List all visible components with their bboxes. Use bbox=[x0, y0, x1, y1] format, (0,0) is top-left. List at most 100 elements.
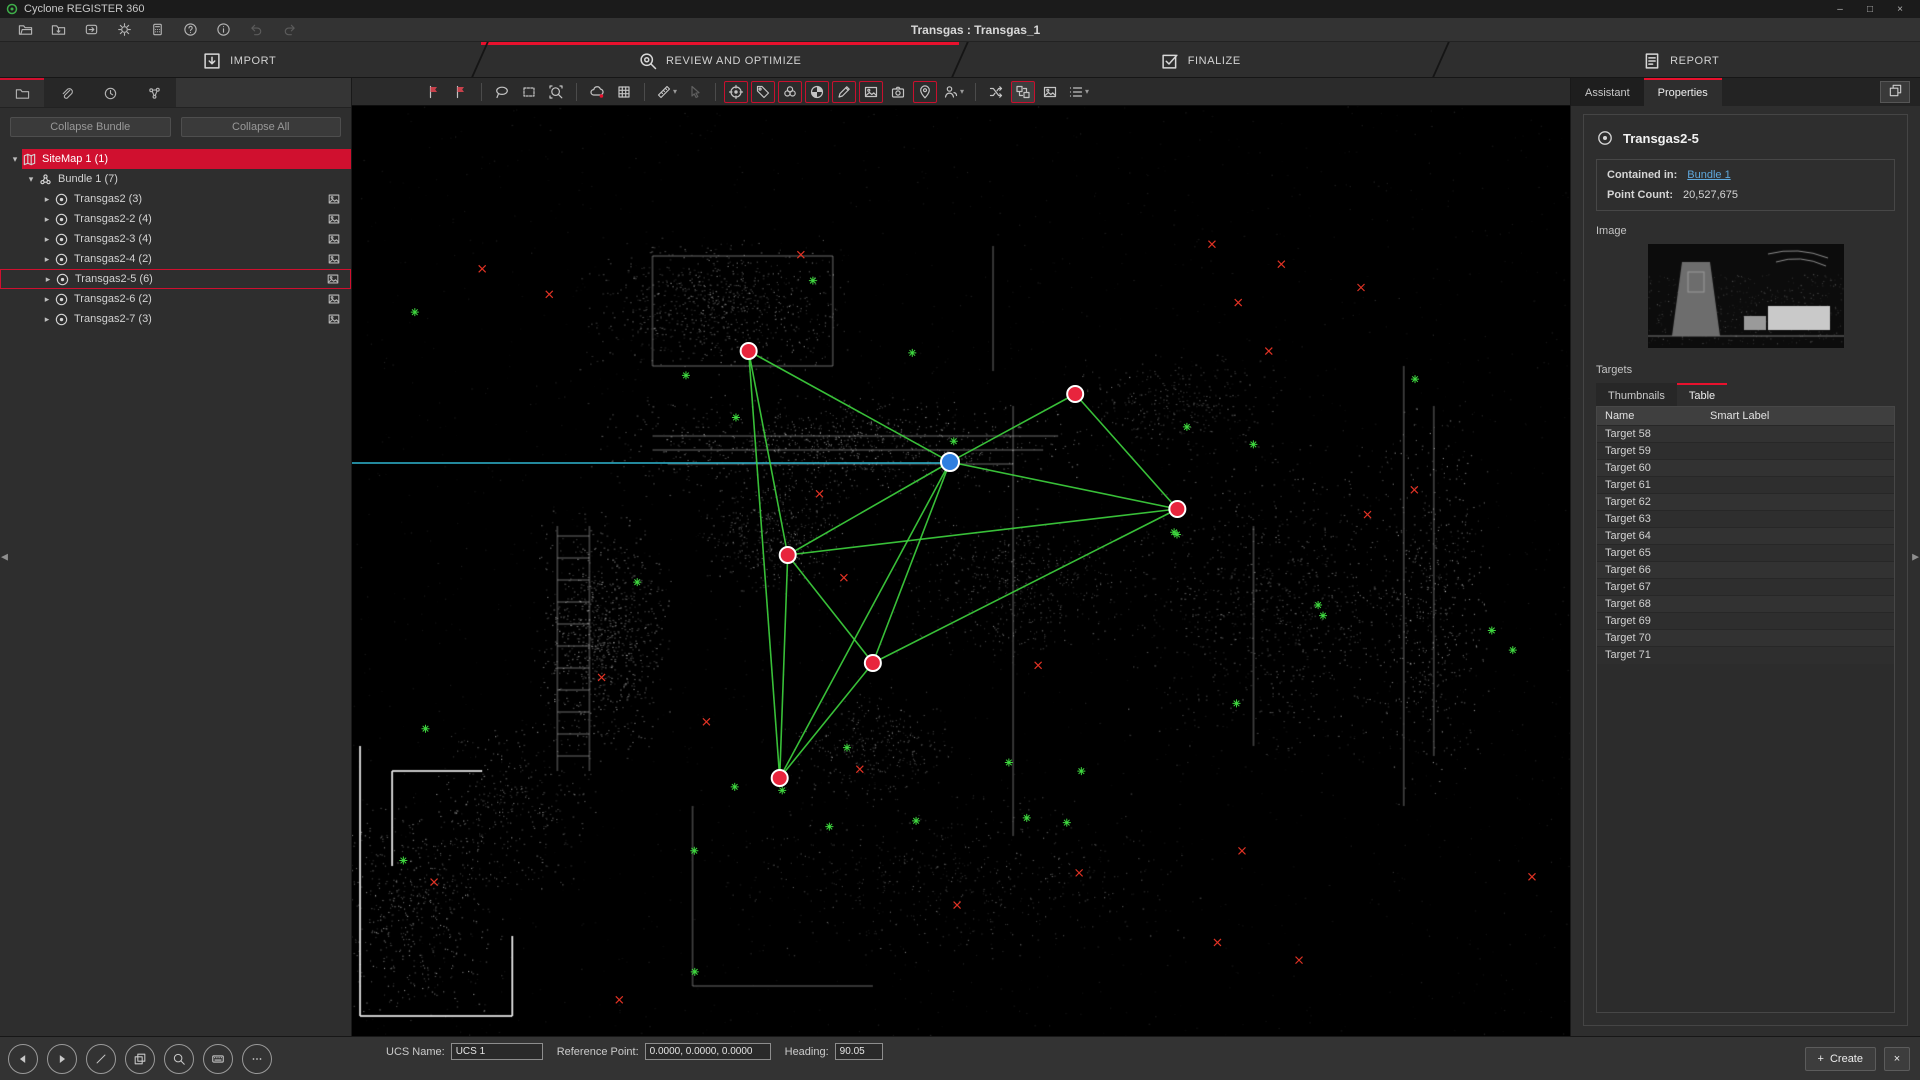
photo-icon[interactable] bbox=[327, 292, 341, 306]
caret-right-icon[interactable]: ▸ bbox=[40, 194, 54, 205]
tree-item-transgas2-6-2[interactable]: ▸Transgas2-6 (2) bbox=[0, 289, 351, 309]
photo-icon[interactable] bbox=[327, 312, 341, 326]
caret-right-icon[interactable]: ▸ bbox=[40, 314, 54, 325]
table-row[interactable]: Target 65 bbox=[1597, 545, 1894, 562]
import-data-button[interactable] bbox=[80, 20, 102, 40]
tree-item-transgas2-5-6[interactable]: ▸Transgas2-5 (6) bbox=[0, 269, 351, 289]
tree-item-transgas2-3-4[interactable]: ▸Transgas2-3 (4) bbox=[0, 229, 351, 249]
close-button[interactable]: × bbox=[1886, 1, 1914, 17]
collapse-left-panel-icon[interactable]: ◀ bbox=[1, 552, 8, 563]
scan-setup-node[interactable] bbox=[1169, 501, 1185, 517]
photo-icon[interactable] bbox=[327, 232, 341, 246]
scan-setup-node[interactable] bbox=[772, 770, 788, 786]
table-row[interactable]: Target 59 bbox=[1597, 443, 1894, 460]
open-project-button[interactable] bbox=[14, 20, 36, 40]
tab-thumbnails[interactable]: Thumbnails bbox=[1596, 383, 1677, 406]
measure-button[interactable]: ▾ bbox=[653, 81, 680, 103]
table-row[interactable]: Target 61 bbox=[1597, 477, 1894, 494]
tree-item-transgas2-4-2[interactable]: ▸Transgas2-4 (2) bbox=[0, 249, 351, 269]
clone-view-button[interactable] bbox=[125, 1044, 155, 1074]
collapse-bundle-button[interactable]: Collapse Bundle bbox=[10, 117, 171, 137]
table-row[interactable]: Target 68 bbox=[1597, 596, 1894, 613]
assign-user-button[interactable]: ▾ bbox=[940, 81, 967, 103]
keyboard-button[interactable] bbox=[203, 1044, 233, 1074]
caret-right-icon[interactable]: ▸ bbox=[40, 234, 54, 245]
caret-right-icon[interactable]: ▸ bbox=[40, 214, 54, 225]
maximize-button[interactable]: □ bbox=[1856, 1, 1884, 17]
table-row[interactable]: Target 66 bbox=[1597, 562, 1894, 579]
add-label-button[interactable] bbox=[751, 81, 775, 103]
calculator-button[interactable] bbox=[146, 20, 168, 40]
rect-select-button[interactable] bbox=[517, 81, 541, 103]
table-row[interactable]: Target 70 bbox=[1597, 630, 1894, 647]
camera-button[interactable] bbox=[886, 81, 910, 103]
scan-setup-node[interactable] bbox=[780, 547, 796, 563]
remove-from-bundle-button[interactable] bbox=[449, 81, 473, 103]
caret-down-icon[interactable]: ▾ bbox=[8, 154, 22, 165]
redo-button[interactable] bbox=[278, 20, 300, 40]
draw-button[interactable] bbox=[86, 1044, 116, 1074]
collapse-right-panel-icon[interactable]: ▶ bbox=[1912, 552, 1919, 563]
caret-right-icon[interactable]: ▸ bbox=[40, 254, 54, 265]
zoom-fit-button[interactable] bbox=[544, 81, 568, 103]
chevron-down-icon[interactable]: ▾ bbox=[673, 87, 677, 96]
collapse-all-button[interactable]: Collapse All bbox=[181, 117, 342, 137]
more-button[interactable] bbox=[242, 1044, 272, 1074]
add-pin-button[interactable] bbox=[913, 81, 937, 103]
image-target-button[interactable] bbox=[859, 81, 883, 103]
scan-setup-node[interactable] bbox=[1067, 386, 1083, 402]
add-to-bundle-button[interactable] bbox=[422, 81, 446, 103]
table-row[interactable]: Target 63 bbox=[1597, 511, 1894, 528]
sidebar-tab-links[interactable] bbox=[44, 78, 88, 107]
undo-button[interactable] bbox=[245, 20, 267, 40]
caret-down-icon[interactable]: ▾ bbox=[24, 174, 38, 185]
add-sphere-button[interactable] bbox=[805, 81, 829, 103]
settings-gear-button[interactable] bbox=[113, 20, 135, 40]
table-row[interactable]: Target 60 bbox=[1597, 460, 1894, 477]
tree-item-bundle-1-7[interactable]: ▾Bundle 1 (7) bbox=[0, 169, 351, 189]
photo-icon[interactable] bbox=[326, 272, 340, 286]
workflow-step-import[interactable]: IMPORT bbox=[0, 42, 479, 77]
tab-properties[interactable]: Properties bbox=[1644, 78, 1722, 106]
edit-target-button[interactable] bbox=[832, 81, 856, 103]
col-smart-label[interactable]: Smart Label bbox=[1702, 407, 1894, 426]
tree-item-transgas2-7-3[interactable]: ▸Transgas2-7 (3) bbox=[0, 309, 351, 329]
layout-switch-button[interactable] bbox=[1880, 81, 1910, 103]
dismiss-button[interactable]: × bbox=[1884, 1047, 1910, 1071]
minimize-button[interactable]: – bbox=[1826, 1, 1854, 17]
table-row[interactable]: Target 64 bbox=[1597, 528, 1894, 545]
table-row[interactable]: Target 62 bbox=[1597, 494, 1894, 511]
pano-image-button[interactable] bbox=[1038, 81, 1062, 103]
tree-item-transgas2-2-4[interactable]: ▸Transgas2-2 (4) bbox=[0, 209, 351, 229]
ucs-name-input[interactable] bbox=[451, 1043, 543, 1060]
scan-setup-node[interactable] bbox=[741, 343, 757, 359]
photo-icon[interactable] bbox=[327, 212, 341, 226]
workflow-step-report[interactable]: REPORT bbox=[1442, 42, 1920, 77]
sidebar-tab-history[interactable] bbox=[88, 78, 132, 107]
forward-button[interactable] bbox=[47, 1044, 77, 1074]
reference-point-input[interactable] bbox=[645, 1043, 771, 1060]
table-view-button[interactable]: ▾ bbox=[1065, 81, 1092, 103]
registration-network-overlay[interactable] bbox=[352, 106, 1570, 1036]
table-row[interactable]: Target 67 bbox=[1597, 579, 1894, 596]
split-link-button[interactable] bbox=[984, 81, 1008, 103]
col-name[interactable]: Name bbox=[1597, 407, 1702, 426]
tab-table[interactable]: Table bbox=[1677, 383, 1727, 406]
table-row[interactable]: Target 69 bbox=[1597, 613, 1894, 630]
add-target-button[interactable] bbox=[724, 81, 748, 103]
photo-icon[interactable] bbox=[327, 192, 341, 206]
sidebar-tab-project[interactable] bbox=[0, 78, 44, 107]
photo-icon[interactable] bbox=[327, 252, 341, 266]
pick-tool-button[interactable] bbox=[683, 81, 707, 103]
grid-view-button[interactable] bbox=[612, 81, 636, 103]
workflow-step-finalize[interactable]: FINALIZE bbox=[961, 42, 1440, 77]
scan-image-thumbnail[interactable] bbox=[1648, 244, 1844, 348]
sidebar-tab-cluster[interactable] bbox=[132, 78, 176, 107]
tree-item-sitemap-1-1[interactable]: ▾SiteMap 1 (1) bbox=[0, 149, 351, 169]
caret-right-icon[interactable]: ▸ bbox=[41, 274, 55, 285]
cloud-visibility-button[interactable] bbox=[585, 81, 609, 103]
scan-setup-node[interactable] bbox=[865, 655, 881, 671]
chevron-down-icon[interactable]: ▾ bbox=[960, 87, 964, 96]
selected-scan-node[interactable] bbox=[941, 453, 959, 471]
table-row[interactable]: Target 71 bbox=[1597, 647, 1894, 664]
